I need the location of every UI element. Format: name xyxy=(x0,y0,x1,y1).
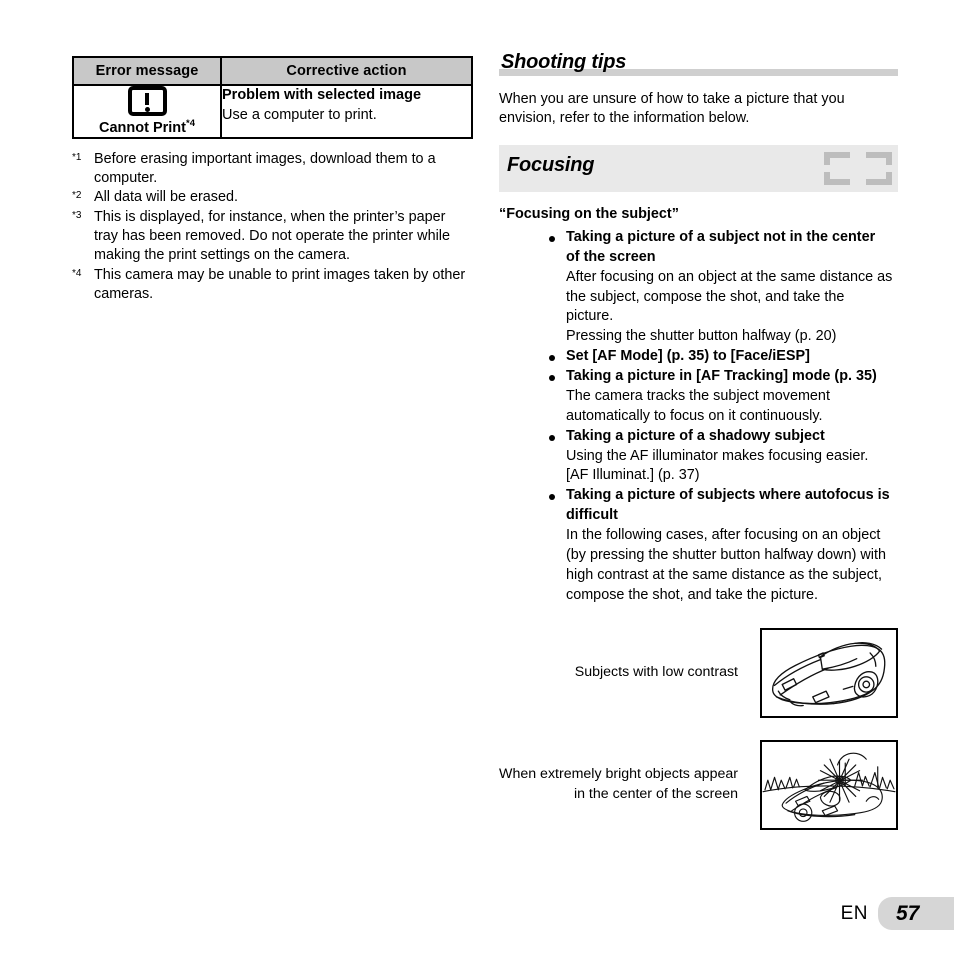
page-number: 57 xyxy=(896,901,920,925)
list-item: Set [AF Mode] (p. 35) to [Face/iESP] xyxy=(499,347,898,367)
language-code: EN xyxy=(840,902,868,924)
column-header-corrective-action: Corrective action xyxy=(220,56,473,86)
footnote-text: This is displayed, for instance, when th… xyxy=(94,209,450,264)
af-frame-icon xyxy=(824,151,892,185)
column-header-error-message: Error message xyxy=(72,56,222,86)
corrective-action-body: Use a computer to print. xyxy=(222,106,377,123)
bullet-title: Taking a picture of a subject not in the… xyxy=(566,228,876,265)
footnote-item: *3 This is displayed, for instance, when… xyxy=(68,208,471,265)
list-item: Taking a picture in [AF Tracking] mode (… xyxy=(499,367,898,427)
section-intro-text: When you are unsure of how to take a pic… xyxy=(499,91,845,127)
list-item: Taking a picture of subjects where autof… xyxy=(499,486,898,605)
bullet-body: Using the AF illuminator makes focusing … xyxy=(566,447,869,464)
af-frame-corner-bottom-left xyxy=(824,171,850,185)
subsection-title: Focusing xyxy=(507,153,595,176)
bullet-title: Taking a picture in [AF Tracking] mode (… xyxy=(566,368,877,384)
bullet-body: After focusing on an object at the same … xyxy=(566,268,893,325)
bullet-title: Taking a picture of a shadowy subject xyxy=(566,427,825,444)
footnote-marker: *3 xyxy=(72,210,82,222)
right-column: Shooting tips When you are unsure of how… xyxy=(499,52,898,830)
bullet-title: Taking a picture of subjects where autof… xyxy=(566,487,890,524)
footnote-text: This camera may be unable to print image… xyxy=(94,266,466,302)
corrective-action-cell: Problem with selected image Use a comput… xyxy=(220,84,473,139)
table-header-row: Error message Corrective action xyxy=(72,56,473,86)
error-message-cell: Cannot Print*4 xyxy=(72,84,222,139)
footnote-marker: *1 xyxy=(72,151,82,163)
illustration-row: When extremely bright objects appear in … xyxy=(499,739,898,830)
left-column: Error message Corrective action Cannot P… xyxy=(72,56,473,305)
exclamation-dot xyxy=(144,107,150,112)
bullet-heading-row: Taking a picture in [AF Tracking] mode (… xyxy=(499,367,898,387)
bullet-body: [AF Illuminat.] (p. 37) xyxy=(566,467,700,484)
bullet-heading-row: Taking a picture of subjects where autof… xyxy=(499,486,898,526)
error-message-table: Error message Corrective action Cannot P… xyxy=(72,56,473,139)
footnote-item: *1 Before erasing important images, down… xyxy=(68,150,471,188)
footnote-marker: *2 xyxy=(72,190,82,202)
section-title-shooting-tips: Shooting tips xyxy=(501,51,627,73)
af-frame-corner-bottom-right xyxy=(866,171,892,185)
af-frame-corner-top-left xyxy=(824,151,850,165)
footnote-item: *4 This camera may be unable to print im… xyxy=(68,266,471,304)
error-label-text: Cannot Print xyxy=(99,119,186,136)
footnote-item: *2 All data will be erased. xyxy=(68,188,471,207)
bullet-body: In the following cases, after focusing o… xyxy=(566,527,886,603)
car-with-sun-flare-line-drawing xyxy=(760,739,898,830)
illustration-caption: Subjects with low contrast xyxy=(574,663,738,680)
footnote-marker: *4 xyxy=(72,267,82,279)
bullet-body: Pressing the shutter button halfway (p. … xyxy=(566,328,837,345)
illustration-row: Subjects with low contrast xyxy=(499,627,898,718)
page-number-badge: 57 xyxy=(878,897,954,930)
error-label: Cannot Print*4 xyxy=(74,118,220,137)
bullet-body: The camera tracks the subject movement a… xyxy=(566,387,830,424)
bullet-heading-row: Taking a picture of a shadowy subject xyxy=(499,427,898,447)
tips-bullet-list: Taking a picture of a subject not in the… xyxy=(499,228,898,606)
subsection-band-focusing: Focusing xyxy=(499,144,898,192)
corrective-action-title: Problem with selected image xyxy=(222,87,422,103)
table-row: Cannot Print*4 Problem with selected ima… xyxy=(72,84,473,139)
quoted-heading: “Focusing on the subject” xyxy=(499,205,679,222)
warning-exclamation-icon xyxy=(127,86,167,116)
error-label-footnote-marker: *4 xyxy=(186,118,195,129)
af-frame-corner-top-right xyxy=(866,151,892,165)
page-footer: EN 57 xyxy=(841,897,954,930)
footnote-text: Before erasing important images, downloa… xyxy=(94,150,436,186)
footnote-text: All data will be erased. xyxy=(94,189,238,206)
list-item: Taking a picture of a shadowy subject Us… xyxy=(499,427,898,487)
footnote-list: *1 Before erasing important images, down… xyxy=(68,150,471,304)
bullet-title: Set [AF Mode] (p. 35) to [Face/iESP] xyxy=(566,348,810,365)
list-item: Taking a picture of a subject not in the… xyxy=(499,228,898,347)
bullet-heading-row: Set [AF Mode] (p. 35) to [Face/iESP] xyxy=(499,347,898,367)
exclamation-bar xyxy=(145,93,149,105)
car-line-drawing xyxy=(760,627,898,718)
illustration-caption: When extremely bright objects appear in … xyxy=(499,766,738,802)
bullet-heading-row: Taking a picture of a subject not in the… xyxy=(499,228,898,268)
